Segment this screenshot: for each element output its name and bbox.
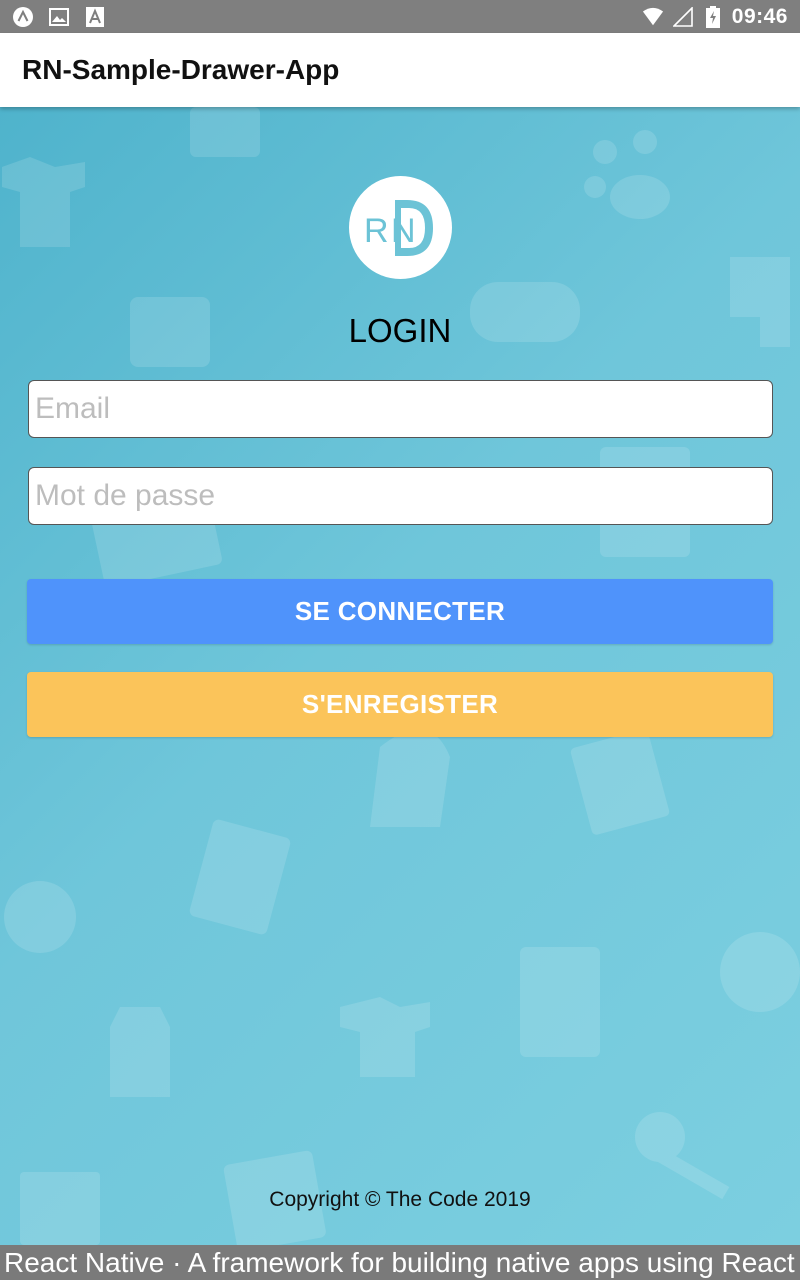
app-a-icon	[12, 6, 34, 28]
email-input[interactable]	[28, 380, 773, 438]
signal-icon	[672, 6, 694, 28]
login-screen: R N LOGIN SE CONNECTER S'ENREGISTER Copy…	[0, 107, 800, 1245]
footer-text: React Native · A framework for building …	[4, 1246, 795, 1278]
login-title: LOGIN	[348, 312, 452, 349]
footer-banner: React Native · A framework for building …	[0, 1245, 800, 1280]
status-bar: 09:46	[0, 0, 800, 33]
app-bar: RN-Sample-Drawer-App	[0, 33, 800, 107]
login-button[interactable]: SE CONNECTER	[27, 579, 773, 644]
status-time: 09:46	[731, 4, 788, 28]
image-icon	[48, 6, 70, 28]
copyright-text: Copyright © The Code 2019	[269, 1188, 531, 1211]
battery-charging-icon	[702, 5, 724, 28]
rn-logo-icon: R N	[349, 176, 452, 279]
font-a-icon	[84, 6, 106, 28]
svg-text:N: N	[391, 212, 416, 250]
password-input[interactable]	[28, 467, 773, 525]
svg-text:R: R	[364, 212, 389, 250]
wifi-icon	[642, 6, 664, 28]
app-title: RN-Sample-Drawer-App	[22, 54, 340, 85]
register-button[interactable]: S'ENREGISTER	[27, 672, 773, 737]
